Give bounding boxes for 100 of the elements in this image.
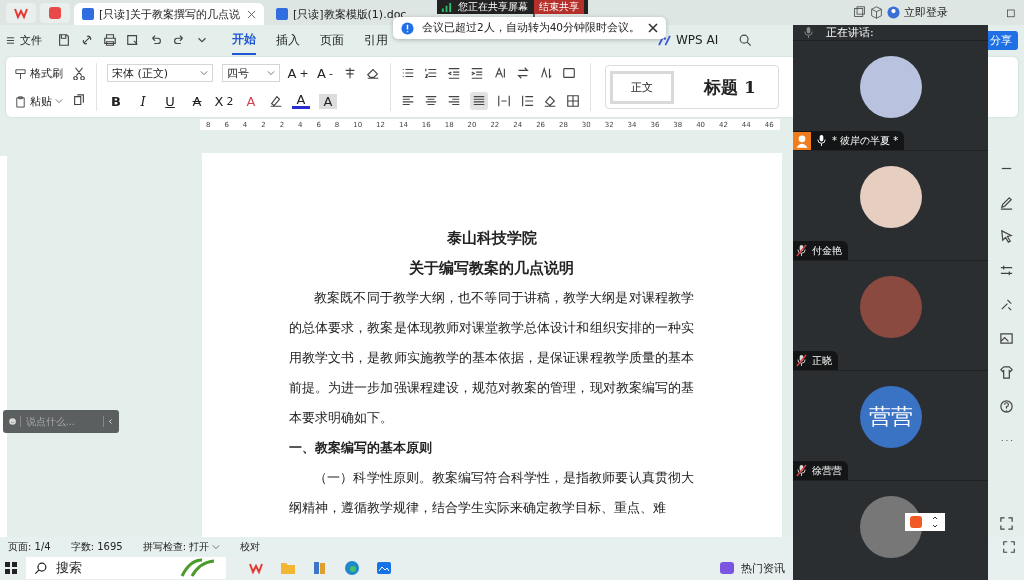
menu-icon xyxy=(6,35,15,45)
fullscreen-icon[interactable] xyxy=(1002,539,1016,554)
brush-icon xyxy=(14,66,27,80)
paste-button[interactable]: 粘贴 xyxy=(14,93,63,109)
close-icon[interactable] xyxy=(648,23,659,33)
increase-indent-icon[interactable] xyxy=(470,66,484,80)
align-right-icon[interactable] xyxy=(447,94,461,108)
participant-tile[interactable]: 付金艳 xyxy=(793,151,988,261)
cursor-icon[interactable] xyxy=(998,229,1014,244)
text-direction-icon[interactable] xyxy=(493,66,507,80)
pen-icon[interactable] xyxy=(998,195,1014,210)
underline-button[interactable]: U xyxy=(161,93,179,109)
image-icon[interactable] xyxy=(998,331,1014,346)
character-shading-button[interactable]: A xyxy=(319,93,337,109)
align-center-icon[interactable] xyxy=(424,94,438,108)
print-preview-icon[interactable] xyxy=(126,33,140,47)
spell-check-dropdown[interactable]: 拼写检查: 打开 xyxy=(142,539,221,554)
italic-button[interactable]: I xyxy=(134,93,152,109)
bullet-list-icon[interactable] xyxy=(401,66,415,80)
ribbon-tab[interactable]: 页面 xyxy=(320,26,344,54)
link-icon[interactable] xyxy=(80,33,94,47)
distributed-align-icon[interactable] xyxy=(497,94,511,108)
swap-icon[interactable] xyxy=(516,66,530,80)
numbered-list-icon[interactable] xyxy=(424,66,438,80)
copy-icon[interactable] xyxy=(72,94,86,108)
style-option[interactable]: 正文 xyxy=(610,70,674,104)
borders-icon[interactable] xyxy=(566,94,580,108)
search-icon[interactable] xyxy=(738,33,753,47)
restore-icon[interactable] xyxy=(1006,6,1018,19)
emoji-icon[interactable] xyxy=(9,415,17,428)
ribbon-tab[interactable]: 插入 xyxy=(276,26,300,54)
sliders-icon[interactable] xyxy=(998,263,1014,278)
info-icon xyxy=(401,21,414,35)
font-size-dropdown[interactable]: 四号 xyxy=(222,64,280,82)
user-icon xyxy=(887,6,900,19)
input-method-icon[interactable] xyxy=(905,513,945,531)
print-icon[interactable] xyxy=(103,33,117,47)
speaking-label: 正在讲话: xyxy=(826,25,874,40)
eraser-icon[interactable] xyxy=(366,66,380,80)
redo-icon[interactable] xyxy=(172,33,186,47)
page-count: 页面: 1/4 xyxy=(8,539,51,554)
participant-name: 徐营营 xyxy=(812,463,842,478)
ribbon-tab[interactable]: 开始 xyxy=(232,25,256,55)
collapse-icon[interactable] xyxy=(108,417,113,426)
body-paragraph: 教案既不同于教学大纲，也不等同于讲稿，教学大纲是对课程教学的总体要求，教案是体现教师对课堂教学总体设计和组织安排的一种实用教学文书，是教师实施教学的基本依据，是保证课程教学质量的基本前提。为进一步加强课程建设，规范对教案的管理，现对教案编写的基本要求明确如下。 xyxy=(289,289,694,427)
chat-input[interactable]: 说点什么... xyxy=(20,416,105,427)
font-color-button[interactable]: A xyxy=(292,93,310,109)
chat-input-bar[interactable]: 说点什么... xyxy=(3,410,119,433)
stop-sharing-button[interactable]: 结束共享 xyxy=(534,0,584,14)
clipboard-icon xyxy=(14,94,27,108)
avatar-initials: 营营 xyxy=(859,386,922,448)
pdf-app-icon[interactable] xyxy=(40,2,70,23)
cube-icon[interactable] xyxy=(870,6,883,19)
shirt-icon[interactable] xyxy=(998,365,1014,380)
phonetic-guide-icon[interactable] xyxy=(343,66,357,80)
participant-tile[interactable]: 营营 徐营营 xyxy=(793,371,988,481)
windows-logo-icon[interactable] xyxy=(4,561,18,575)
books-icon[interactable] xyxy=(312,560,328,576)
document-tab[interactable]: [只读]关于教案撰写的几点说 xyxy=(74,3,264,25)
strikethrough-button[interactable]: A xyxy=(188,93,206,109)
sharing-status: 您正在共享屏幕 xyxy=(458,0,528,14)
document-title: 泰山科技学院 xyxy=(445,228,538,249)
search-icon xyxy=(34,561,48,575)
proofread-button[interactable]: 校对 xyxy=(240,539,261,554)
body-paragraph: （一）科学性原则。教案编写符合科学性，是指教师要认真贯彻大纲精神，遵循教学规律，结合学生实际来确定教学目标、重点、难 xyxy=(289,469,694,517)
window-icon[interactable] xyxy=(853,6,866,19)
ribbon-tab[interactable]: 引用 xyxy=(364,26,388,54)
close-icon[interactable] xyxy=(247,9,256,19)
line-spacing-icon[interactable] xyxy=(520,94,534,108)
file-menu[interactable]: 文件 xyxy=(6,32,42,48)
highlighter-icon[interactable] xyxy=(269,94,283,108)
scissors-icon[interactable] xyxy=(72,66,86,80)
microphone-icon xyxy=(803,26,814,39)
ai-logo-icon xyxy=(658,34,671,46)
wps-ai-button[interactable]: WPS AI xyxy=(658,33,719,47)
toast-message: 会议已超过2人，自动转为40分钟限时会议。 xyxy=(422,21,641,35)
fullscreen-icon[interactable] xyxy=(998,516,1014,531)
wps-logo-icon[interactable] xyxy=(6,2,36,23)
decrease-indent-icon[interactable] xyxy=(447,66,461,80)
bold-button[interactable]: B xyxy=(107,93,125,109)
undo-icon[interactable] xyxy=(149,33,163,47)
news-widget[interactable]: 热门资讯 xyxy=(719,560,785,576)
photos-icon[interactable] xyxy=(376,560,392,576)
participant-tile[interactable]: * 彼岸の半夏 * xyxy=(793,41,988,151)
align-left-icon[interactable] xyxy=(401,94,415,108)
sort-icon[interactable] xyxy=(539,66,553,80)
help-icon[interactable] xyxy=(998,399,1014,414)
text-effect-button[interactable]: A xyxy=(242,93,260,109)
signal-bars-icon xyxy=(441,1,452,13)
font-dropdown[interactable]: 宋体 (正文) xyxy=(107,64,213,82)
save-icon[interactable] xyxy=(57,33,71,47)
login-button[interactable]: 立即登录 xyxy=(887,5,948,20)
justify-icon[interactable] xyxy=(472,94,486,108)
format-painter-button[interactable]: 格式刷 xyxy=(14,65,63,81)
shading-bucket-icon[interactable] xyxy=(543,94,557,108)
browser-icon[interactable] xyxy=(344,560,360,576)
participant-name: 正晓 xyxy=(812,353,832,368)
taskbar-search-field[interactable]: 搜索 xyxy=(26,557,226,579)
style-option[interactable]: 标题 1 xyxy=(686,69,774,105)
participant-tile[interactable]: 正晓 xyxy=(793,261,988,371)
